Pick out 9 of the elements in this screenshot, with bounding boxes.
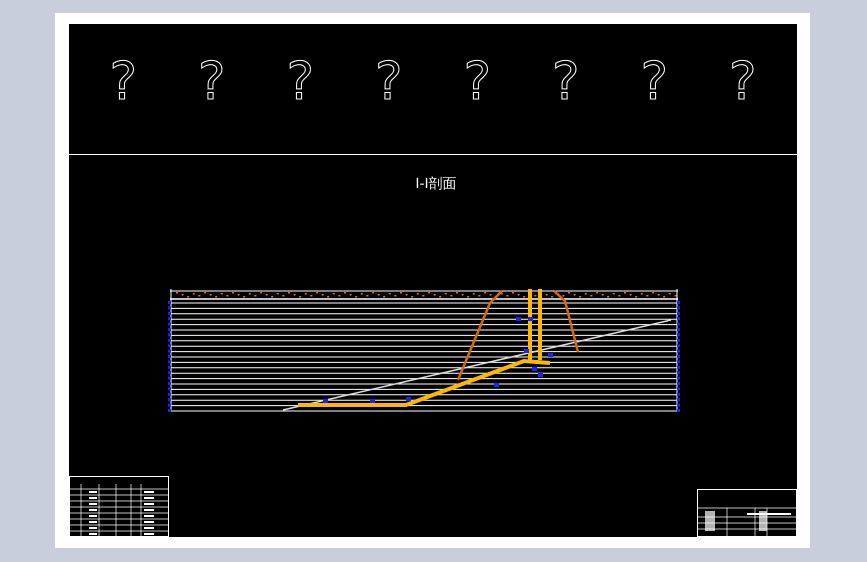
question-mark: ?: [374, 54, 403, 110]
question-mark: ?: [109, 54, 138, 110]
question-mark: ?: [463, 54, 492, 110]
question-mark: ?: [552, 54, 580, 110]
section-title: I-I剖面: [415, 175, 457, 193]
question-mark: ?: [728, 54, 757, 110]
question-mark: ?: [286, 54, 314, 110]
question-mark: ?: [640, 54, 668, 110]
question-mark: ?: [198, 54, 226, 110]
